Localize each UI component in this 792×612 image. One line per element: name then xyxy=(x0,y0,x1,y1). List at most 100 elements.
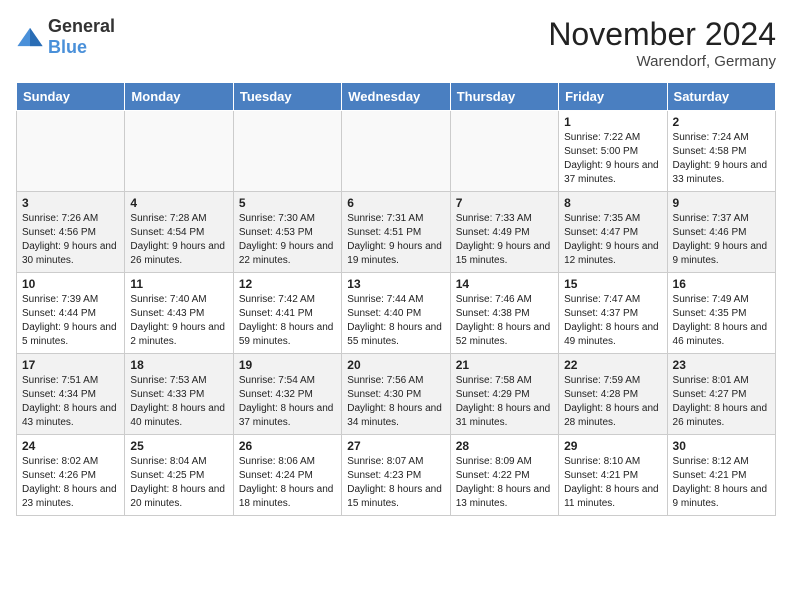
day-info: Sunrise: 7:51 AM Sunset: 4:34 PM Dayligh… xyxy=(22,374,119,430)
day-number: 13 xyxy=(347,277,444,291)
day-number: 30 xyxy=(673,439,770,453)
calendar-cell: 16Sunrise: 7:49 AM Sunset: 4:35 PM Dayli… xyxy=(667,273,775,354)
calendar-cell: 29 Sunrise: 8:10 AM Sunset: 4:21 PM Dayli… xyxy=(559,435,667,516)
calendar-cell: 17 Sunrise: 7:51 AM Sunset: 4:34 PM Dayli… xyxy=(17,354,125,435)
logo-icon xyxy=(16,26,44,48)
calendar-week-row: 3 Sunrise: 7:26 AM Sunset: 4:56 PM Daylig… xyxy=(17,192,776,273)
day-info: Sunrise: 8:10 AM Sunset: 4:21 PM Dayligh… xyxy=(564,455,661,511)
calendar-header: SundayMondayTuesdayWednesdayThursdayFrid… xyxy=(17,83,776,111)
day-number: 14 xyxy=(456,277,553,291)
calendar-cell: 3 Sunrise: 7:26 AM Sunset: 4:56 PM Daylig… xyxy=(17,192,125,273)
calendar-cell: 27Sunrise: 8:07 AM Sunset: 4:23 PM Dayli… xyxy=(342,435,450,516)
calendar-cell: 24 Sunrise: 8:02 AM Sunset: 4:26 PM Dayli… xyxy=(17,435,125,516)
day-number: 10 xyxy=(22,277,119,291)
day-number: 28 xyxy=(456,439,553,453)
calendar-cell: 2 Sunrise: 7:24 AM Sunset: 4:58 PM Daylig… xyxy=(667,111,775,192)
day-number: 21 xyxy=(456,358,553,372)
calendar-cell: 4 Sunrise: 7:28 AM Sunset: 4:54 PM Daylig… xyxy=(125,192,233,273)
day-info: Sunrise: 8:04 AM Sunset: 4:25 PM Dayligh… xyxy=(130,455,227,511)
calendar-cell: 6Sunrise: 7:31 AM Sunset: 4:51 PM Daylig… xyxy=(342,192,450,273)
day-number: 12 xyxy=(239,277,336,291)
calendar-cell: 7Sunrise: 7:33 AM Sunset: 4:49 PM Daylig… xyxy=(450,192,558,273)
logo: General Blue xyxy=(16,16,115,58)
day-number: 27 xyxy=(347,439,444,453)
day-info: Sunrise: 7:39 AM Sunset: 4:44 PM Dayligh… xyxy=(22,293,119,349)
day-info: Sunrise: 7:22 AM Sunset: 5:00 PM Dayligh… xyxy=(564,131,661,187)
day-info: Sunrise: 7:40 AM Sunset: 4:43 PM Dayligh… xyxy=(130,293,227,349)
day-info: Sunrise: 8:01 AM Sunset: 4:27 PM Dayligh… xyxy=(673,374,770,430)
day-info: Sunrise: 7:56 AM Sunset: 4:30 PM Dayligh… xyxy=(347,374,444,430)
calendar-cell: 13 Sunrise: 7:44 AM Sunset: 4:40 PM Dayli… xyxy=(342,273,450,354)
calendar-body: 1 Sunrise: 7:22 AM Sunset: 5:00 PM Daylig… xyxy=(17,111,776,516)
day-number: 19 xyxy=(239,358,336,372)
day-number: 1 xyxy=(564,115,661,129)
calendar-cell: 5Sunrise: 7:30 AM Sunset: 4:53 PM Daylig… xyxy=(233,192,341,273)
day-info: Sunrise: 7:49 AM Sunset: 4:35 PM Dayligh… xyxy=(673,293,770,349)
calendar-cell: 9 Sunrise: 7:37 AM Sunset: 4:46 PM Daylig… xyxy=(667,192,775,273)
calendar-cell xyxy=(233,111,341,192)
day-number: 6 xyxy=(347,196,444,210)
calendar-week-row: 17 Sunrise: 7:51 AM Sunset: 4:34 PM Dayli… xyxy=(17,354,776,435)
weekday-header: Wednesday xyxy=(342,83,450,111)
calendar-cell: 10 Sunrise: 7:39 AM Sunset: 4:44 PM Dayli… xyxy=(17,273,125,354)
calendar-cell: 22 Sunrise: 7:59 AM Sunset: 4:28 PM Dayli… xyxy=(559,354,667,435)
day-number: 23 xyxy=(673,358,770,372)
day-info: Sunrise: 8:06 AM Sunset: 4:24 PM Dayligh… xyxy=(239,455,336,511)
day-number: 3 xyxy=(22,196,119,210)
day-info: Sunrise: 7:28 AM Sunset: 4:54 PM Dayligh… xyxy=(130,212,227,268)
calendar-cell: 12Sunrise: 7:42 AM Sunset: 4:41 PM Dayli… xyxy=(233,273,341,354)
calendar-cell: 23 Sunrise: 8:01 AM Sunset: 4:27 PM Dayli… xyxy=(667,354,775,435)
calendar-cell: 26 Sunrise: 8:06 AM Sunset: 4:24 PM Dayli… xyxy=(233,435,341,516)
day-number: 20 xyxy=(347,358,444,372)
day-info: Sunrise: 7:46 AM Sunset: 4:38 PM Dayligh… xyxy=(456,293,553,349)
calendar-cell: 28 Sunrise: 8:09 AM Sunset: 4:22 PM Dayli… xyxy=(450,435,558,516)
day-number: 9 xyxy=(673,196,770,210)
page-header: General Blue November 2024 Warendorf, Ge… xyxy=(16,16,776,70)
calendar-cell xyxy=(342,111,450,192)
day-number: 17 xyxy=(22,358,119,372)
calendar-cell: 20 Sunrise: 7:56 AM Sunset: 4:30 PM Dayli… xyxy=(342,354,450,435)
day-info: Sunrise: 8:09 AM Sunset: 4:22 PM Dayligh… xyxy=(456,455,553,511)
day-info: Sunrise: 7:44 AM Sunset: 4:40 PM Dayligh… xyxy=(347,293,444,349)
day-info: Sunrise: 8:02 AM Sunset: 4:26 PM Dayligh… xyxy=(22,455,119,511)
day-info: Sunrise: 8:12 AM Sunset: 4:21 PM Dayligh… xyxy=(673,455,770,511)
calendar-cell: 21Sunrise: 7:58 AM Sunset: 4:29 PM Dayli… xyxy=(450,354,558,435)
day-info: Sunrise: 7:24 AM Sunset: 4:58 PM Dayligh… xyxy=(673,131,770,187)
calendar-cell: 25 Sunrise: 8:04 AM Sunset: 4:25 PM Dayli… xyxy=(125,435,233,516)
calendar-table: SundayMondayTuesdayWednesdayThursdayFrid… xyxy=(16,82,776,516)
day-number: 11 xyxy=(130,277,227,291)
calendar-week-row: 24 Sunrise: 8:02 AM Sunset: 4:26 PM Dayli… xyxy=(17,435,776,516)
calendar-cell: 18 Sunrise: 7:53 AM Sunset: 4:33 PM Dayli… xyxy=(125,354,233,435)
day-info: Sunrise: 7:37 AM Sunset: 4:46 PM Dayligh… xyxy=(673,212,770,268)
day-number: 15 xyxy=(564,277,661,291)
location: Warendorf, Germany xyxy=(548,53,776,70)
day-info: Sunrise: 7:59 AM Sunset: 4:28 PM Dayligh… xyxy=(564,374,661,430)
calendar-cell: 19 Sunrise: 7:54 AM Sunset: 4:32 PM Dayli… xyxy=(233,354,341,435)
day-info: Sunrise: 7:47 AM Sunset: 4:37 PM Dayligh… xyxy=(564,293,661,349)
day-number: 7 xyxy=(456,196,553,210)
calendar-cell xyxy=(450,111,558,192)
day-info: Sunrise: 7:53 AM Sunset: 4:33 PM Dayligh… xyxy=(130,374,227,430)
day-info: Sunrise: 7:35 AM Sunset: 4:47 PM Dayligh… xyxy=(564,212,661,268)
logo-general-text: General xyxy=(48,16,115,36)
day-number: 24 xyxy=(22,439,119,453)
calendar-cell: 14 Sunrise: 7:46 AM Sunset: 4:38 PM Dayli… xyxy=(450,273,558,354)
day-number: 26 xyxy=(239,439,336,453)
calendar-cell xyxy=(17,111,125,192)
day-number: 2 xyxy=(673,115,770,129)
calendar-cell: 8Sunrise: 7:35 AM Sunset: 4:47 PM Daylig… xyxy=(559,192,667,273)
calendar-cell xyxy=(125,111,233,192)
calendar-cell: 15 Sunrise: 7:47 AM Sunset: 4:37 PM Dayli… xyxy=(559,273,667,354)
weekday-header: Tuesday xyxy=(233,83,341,111)
day-info: Sunrise: 7:54 AM Sunset: 4:32 PM Dayligh… xyxy=(239,374,336,430)
day-number: 4 xyxy=(130,196,227,210)
day-info: Sunrise: 7:26 AM Sunset: 4:56 PM Dayligh… xyxy=(22,212,119,268)
day-number: 25 xyxy=(130,439,227,453)
day-number: 18 xyxy=(130,358,227,372)
day-number: 22 xyxy=(564,358,661,372)
weekday-header: Thursday xyxy=(450,83,558,111)
weekday-header-row: SundayMondayTuesdayWednesdayThursdayFrid… xyxy=(17,83,776,111)
day-number: 29 xyxy=(564,439,661,453)
logo-blue-text: Blue xyxy=(48,37,87,57)
calendar-week-row: 1 Sunrise: 7:22 AM Sunset: 5:00 PM Daylig… xyxy=(17,111,776,192)
